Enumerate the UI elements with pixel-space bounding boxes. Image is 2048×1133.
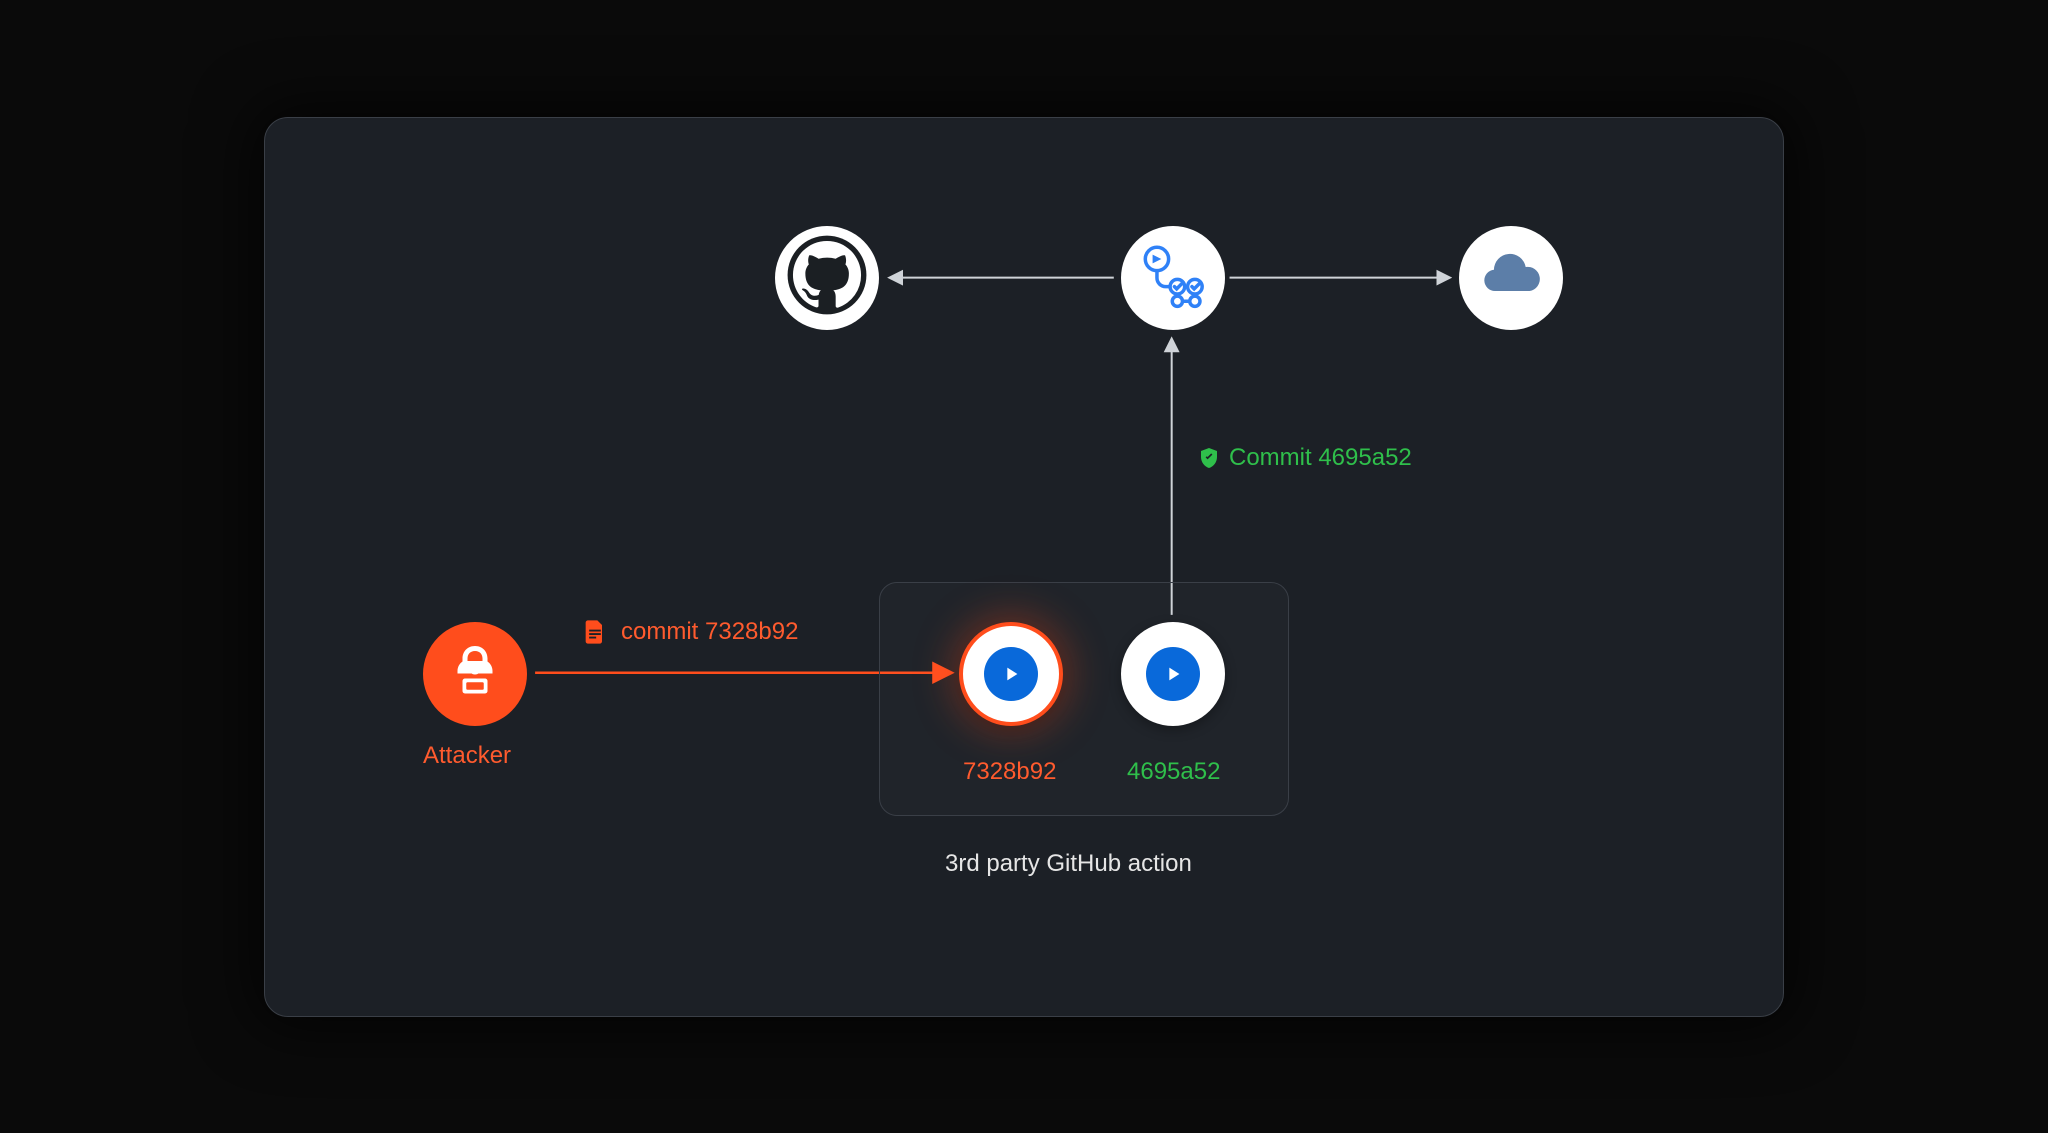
play-icon bbox=[1146, 647, 1200, 701]
attacker-icon bbox=[445, 641, 505, 706]
attacker-label: Attacker bbox=[423, 742, 511, 770]
github-actions-icon bbox=[1138, 240, 1208, 315]
malicious-commit-label: commit 7328b92 bbox=[581, 618, 798, 647]
malicious-action-node bbox=[959, 622, 1063, 726]
play-icon bbox=[984, 647, 1038, 701]
malicious-action-hash: 7328b92 bbox=[963, 758, 1056, 786]
malicious-commit-text: commit 7328b92 bbox=[621, 618, 798, 645]
action-box-caption: 3rd party GitHub action bbox=[945, 850, 1192, 878]
actions-workflow-node bbox=[1121, 226, 1225, 330]
verified-action-hash: 4695a52 bbox=[1127, 758, 1220, 786]
diagram-canvas: Attacker commit 7328b92 7328b92 4695a52 … bbox=[264, 117, 1784, 1017]
shield-check-icon bbox=[1197, 446, 1221, 470]
github-repo-node bbox=[775, 226, 879, 330]
third-party-action-box bbox=[879, 582, 1289, 816]
verified-action-node bbox=[1121, 622, 1225, 726]
cloud-icon bbox=[1479, 243, 1543, 312]
cloud-node bbox=[1459, 226, 1563, 330]
attacker-node bbox=[423, 622, 527, 726]
verified-commit-text: Commit 4695a52 bbox=[1229, 444, 1412, 471]
file-icon bbox=[581, 618, 609, 646]
verified-commit-label: Commit 4695a52 bbox=[1197, 444, 1412, 472]
github-icon bbox=[784, 232, 870, 323]
